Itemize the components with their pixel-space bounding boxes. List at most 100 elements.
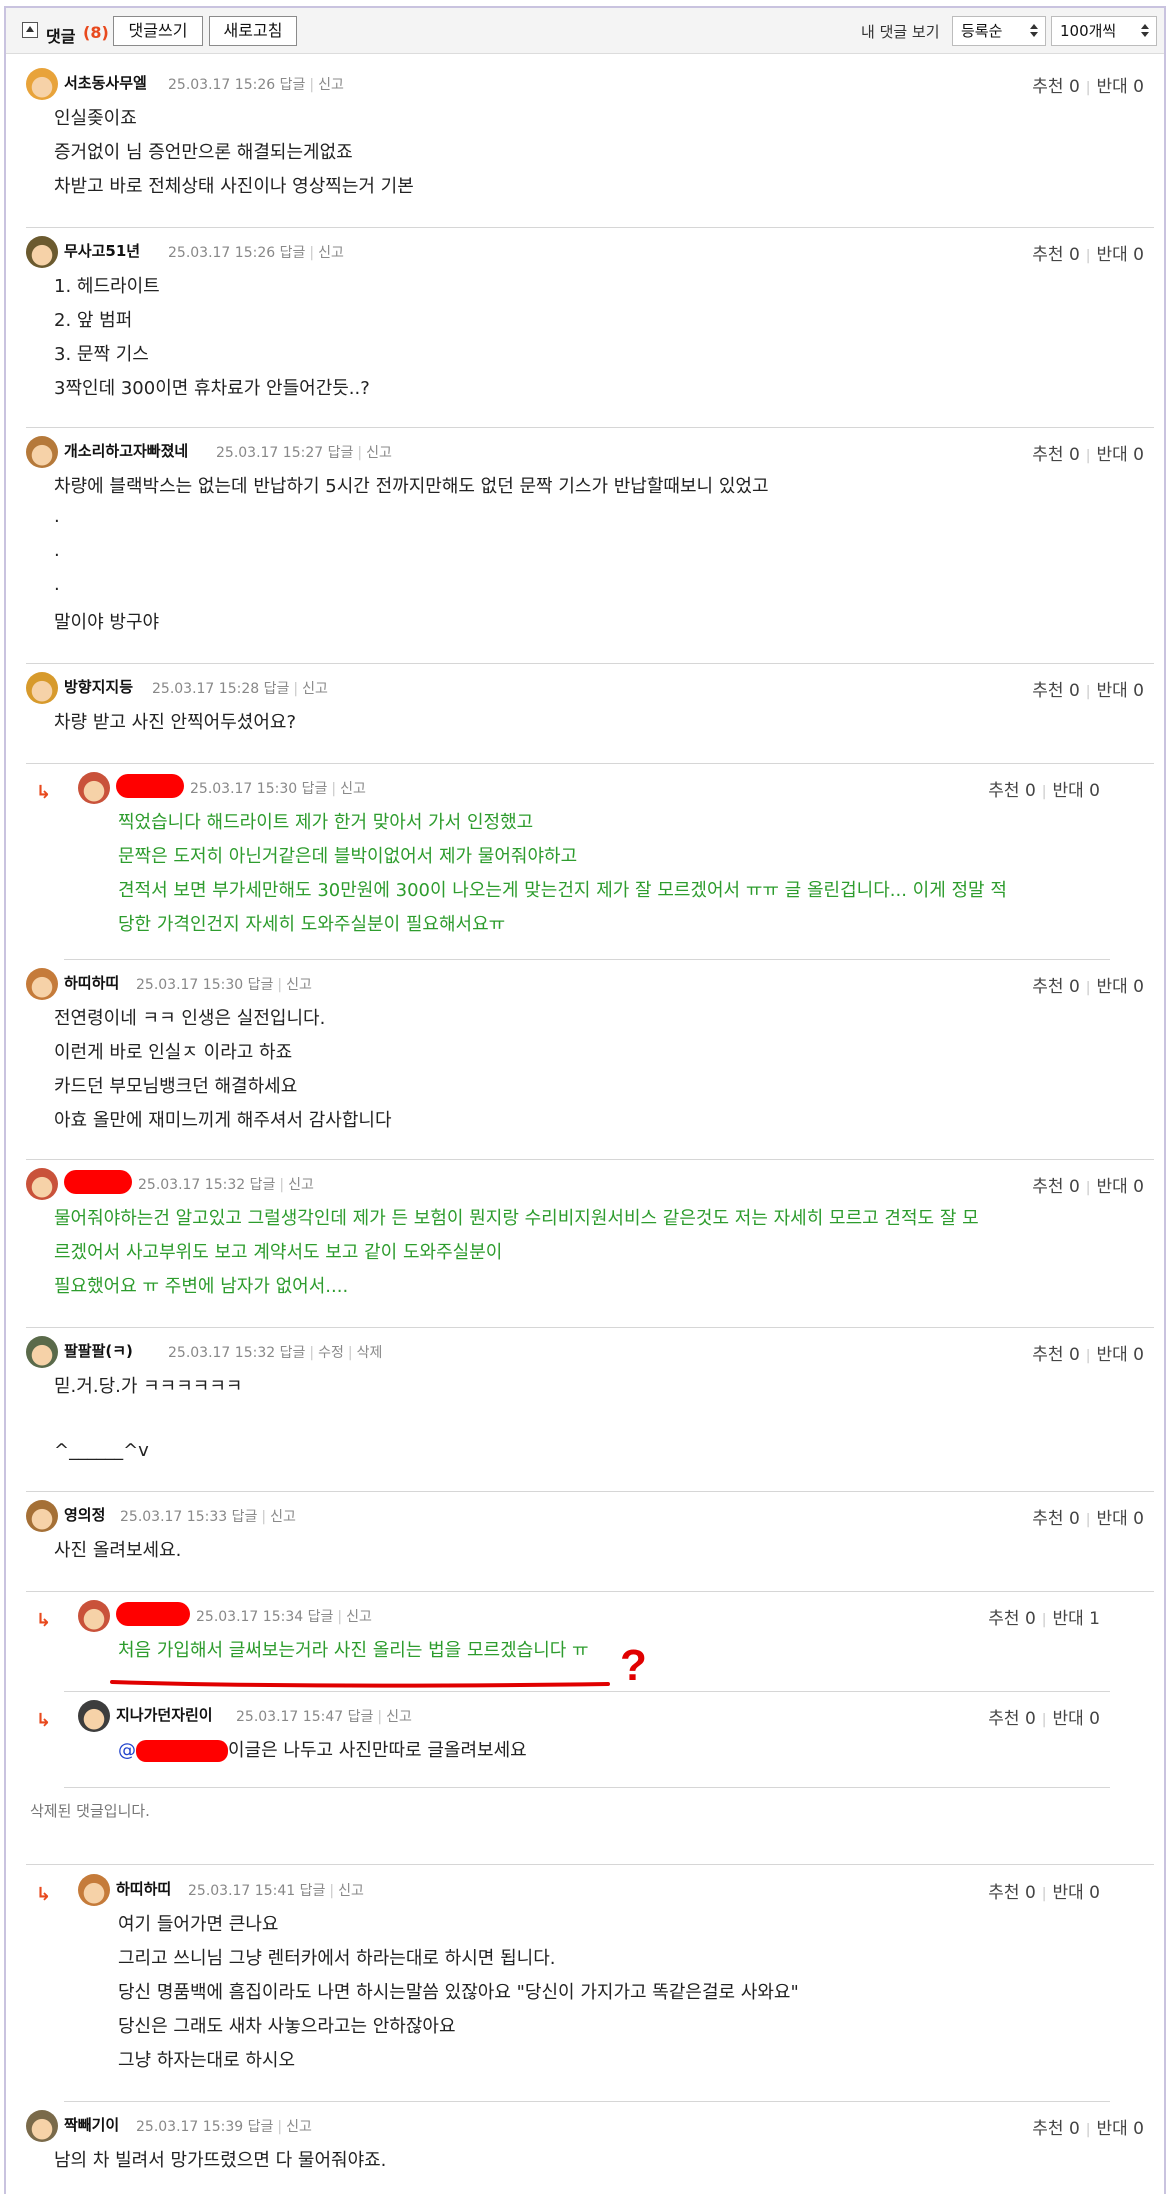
recommend-button[interactable]: 추천 0 bbox=[1032, 445, 1080, 465]
comment-author[interactable]: 영의정 bbox=[64, 1504, 105, 1525]
oppose-button[interactable]: 반대 0 bbox=[1053, 1883, 1101, 1903]
oppose-button[interactable]: 반대 1 bbox=[1053, 1609, 1101, 1629]
vote-controls: 추천 0 | 반대 0 bbox=[1032, 977, 1145, 997]
recommend-button[interactable]: 추천 0 bbox=[988, 1883, 1036, 1903]
reply-link[interactable]: 답글 bbox=[308, 1609, 334, 1625]
oppose-button[interactable]: 반대 0 bbox=[1097, 77, 1145, 97]
reply-link[interactable]: 답글 bbox=[248, 977, 274, 993]
delete-link[interactable]: 삭제 bbox=[357, 1345, 383, 1361]
oppose-button[interactable]: 반대 0 bbox=[1053, 1709, 1101, 1729]
comment-author[interactable]: 팔팔팔(ㅋ) bbox=[64, 1340, 133, 1361]
report-link[interactable]: 신고 bbox=[366, 445, 392, 461]
reply-link[interactable]: 답글 bbox=[280, 77, 306, 93]
report-link[interactable]: 신고 bbox=[302, 681, 328, 697]
avatar[interactable] bbox=[26, 672, 58, 704]
write-comment-button[interactable]: 댓글쓰기 bbox=[113, 16, 203, 46]
recommend-button[interactable]: 추천 0 bbox=[1032, 1345, 1080, 1365]
oppose-button[interactable]: 반대 0 bbox=[1097, 1345, 1145, 1365]
comment-author[interactable]: 하띠하띠 bbox=[116, 1878, 171, 1899]
recommend-button[interactable]: 추천 0 bbox=[1032, 77, 1080, 97]
avatar[interactable] bbox=[78, 772, 110, 804]
avatar[interactable] bbox=[26, 236, 58, 268]
avatar[interactable] bbox=[26, 68, 58, 100]
comment-text-line: 차받고 바로 전체상태 사진이나 영상찍는거 기본 bbox=[54, 176, 414, 197]
comment-author[interactable]: 하띠하띠 bbox=[64, 972, 119, 993]
reply-link[interactable]: 답글 bbox=[302, 781, 328, 797]
avatar[interactable] bbox=[26, 1168, 58, 1200]
comment-meta: 25.03.17 15:32 답글 | 수정 | 삭제 bbox=[168, 1345, 383, 1361]
oppose-button[interactable]: 반대 0 bbox=[1097, 2119, 1145, 2139]
reply-link[interactable]: 답글 bbox=[328, 445, 354, 461]
report-link[interactable]: 신고 bbox=[270, 1509, 296, 1525]
report-link[interactable]: 신고 bbox=[318, 77, 344, 93]
vote-controls: 추천 0 | 반대 0 bbox=[1032, 77, 1145, 97]
refresh-button[interactable]: 새로고침 bbox=[209, 16, 297, 46]
recommend-button[interactable]: 추천 0 bbox=[1032, 1177, 1080, 1197]
oppose-button[interactable]: 반대 0 bbox=[1097, 445, 1145, 465]
oppose-button[interactable]: 반대 0 bbox=[1053, 781, 1101, 801]
avatar[interactable] bbox=[78, 1700, 110, 1732]
recommend-button[interactable]: 추천 0 bbox=[988, 781, 1036, 801]
reply-link[interactable]: 답글 bbox=[348, 1709, 374, 1725]
report-link[interactable]: 신고 bbox=[386, 1709, 412, 1725]
comment-text-line: . bbox=[54, 574, 60, 595]
oppose-button[interactable]: 반대 0 bbox=[1097, 245, 1145, 265]
mention-link[interactable]: @ bbox=[118, 1740, 136, 1761]
sort-select[interactable]: 등록순 bbox=[952, 16, 1046, 46]
oppose-button[interactable]: 반대 0 bbox=[1097, 681, 1145, 701]
recommend-button[interactable]: 추천 0 bbox=[1032, 977, 1080, 997]
report-link[interactable]: 신고 bbox=[338, 1883, 364, 1899]
my-comments-link[interactable]: 내 댓글 보기 bbox=[861, 21, 940, 42]
report-link[interactable]: 신고 bbox=[286, 977, 312, 993]
comment-author[interactable]: 지나가던자린이 bbox=[116, 1704, 213, 1725]
avatar[interactable] bbox=[78, 1874, 110, 1906]
comment-text-line: 당신은 그래도 새차 사놓으라고는 안하잖아요 bbox=[118, 2016, 456, 2037]
report-link[interactable]: 신고 bbox=[346, 1609, 372, 1625]
recommend-button[interactable]: 추천 0 bbox=[988, 1709, 1036, 1729]
reply-link[interactable]: 답글 bbox=[280, 1345, 306, 1361]
oppose-button[interactable]: 반대 0 bbox=[1097, 1509, 1145, 1529]
comment-text-line: 찍었습니다 해드라이트 제가 한거 맞아서 가서 인정했고 bbox=[118, 812, 534, 833]
oppose-button[interactable]: 반대 0 bbox=[1097, 1177, 1145, 1197]
comment-timestamp: 25.03.17 15:30 bbox=[190, 781, 298, 797]
comment-divider bbox=[64, 1787, 1110, 1788]
reply-link[interactable]: 답글 bbox=[250, 1177, 276, 1193]
recommend-button[interactable]: 추천 0 bbox=[1032, 245, 1080, 265]
report-link[interactable]: 신고 bbox=[340, 781, 366, 797]
comment-text-line: 아효 올만에 재미느끼게 해주셔서 감사합니다 bbox=[54, 1110, 392, 1131]
recommend-button[interactable]: 추천 0 bbox=[1032, 2119, 1080, 2139]
recommend-button[interactable]: 추천 0 bbox=[1032, 681, 1080, 701]
reply-link[interactable]: 답글 bbox=[300, 1883, 326, 1899]
reply-link[interactable]: 답글 bbox=[264, 681, 290, 697]
comment-text-line: 차량 받고 사진 안찍어두셨어요? bbox=[54, 712, 296, 733]
edit-link[interactable]: 수정 bbox=[318, 1345, 344, 1361]
avatar[interactable] bbox=[26, 1500, 58, 1532]
avatar[interactable] bbox=[26, 968, 58, 1000]
recommend-button[interactable]: 추천 0 bbox=[1032, 1509, 1080, 1529]
comment-author[interactable]: 방향지지등 bbox=[64, 676, 133, 697]
page-size-select[interactable]: 100개씩 bbox=[1051, 16, 1157, 46]
comment-author[interactable]: 개소리하고자빠졌네 bbox=[64, 440, 188, 461]
comment-item: 개소리하고자빠졌네 25.03.17 15:27 답글 | 신고 추천 0 | 반대 0 차량… bbox=[6, 428, 1164, 664]
report-link[interactable]: 신고 bbox=[288, 1177, 314, 1193]
avatar[interactable] bbox=[26, 436, 58, 468]
reply-link[interactable]: 답글 bbox=[232, 1509, 258, 1525]
comment-text-line: 차량에 블랙박스는 없는데 반납하기 5시간 전까지만해도 없던 문짝 기스가 … bbox=[54, 476, 769, 497]
comment-text-line: 그냥 하자는대로 하시오 bbox=[118, 2050, 296, 2071]
recommend-button[interactable]: 추천 0 bbox=[988, 1609, 1036, 1629]
comment-author[interactable]: 짝빼기이 bbox=[64, 2114, 119, 2135]
avatar[interactable] bbox=[26, 1336, 58, 1368]
avatar[interactable] bbox=[26, 2110, 58, 2142]
oppose-button[interactable]: 반대 0 bbox=[1097, 977, 1145, 997]
reply-link[interactable]: 답글 bbox=[248, 2119, 274, 2135]
reply-link[interactable]: 답글 bbox=[280, 245, 306, 261]
comment-author[interactable]: 서초동사무엘 bbox=[64, 72, 147, 93]
comment-text-line: 1. 헤드라이트 bbox=[54, 276, 160, 297]
avatar[interactable] bbox=[78, 1600, 110, 1632]
collapse-toggle-icon[interactable] bbox=[22, 22, 38, 38]
report-link[interactable]: 신고 bbox=[286, 2119, 312, 2135]
comment-author[interactable]: 무사고51년 bbox=[64, 240, 140, 261]
report-link[interactable]: 신고 bbox=[318, 245, 344, 261]
comments-count: (8) bbox=[83, 23, 109, 42]
vote-controls: 추천 0 | 반대 0 bbox=[1032, 245, 1145, 265]
